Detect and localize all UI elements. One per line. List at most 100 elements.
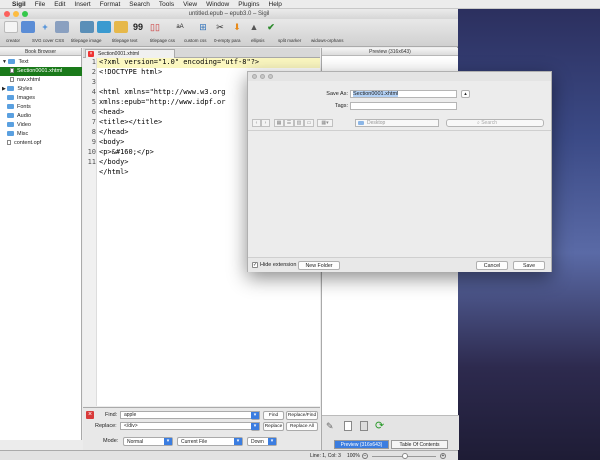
toolbar-label-custom-css[interactable]: custom css: [184, 38, 207, 43]
torch-icon[interactable]: ▲: [247, 21, 261, 33]
menu-format[interactable]: Format: [100, 1, 121, 8]
replace-button[interactable]: Replace: [263, 422, 284, 431]
save-as-input[interactable]: Section0001.xhtml: [350, 90, 457, 98]
validate-check-icon[interactable]: ✔: [264, 21, 278, 33]
gallery-view-icon[interactable]: ▭: [304, 119, 314, 127]
tree-folder-video[interactable]: Video: [0, 121, 82, 130]
tree-file-nav[interactable]: nav.xhtml: [0, 76, 82, 85]
minimize-window-button[interactable]: [13, 11, 19, 17]
menu-edit[interactable]: Edit: [54, 1, 65, 8]
copy-icon[interactable]: [360, 421, 368, 431]
chevron-down-icon: ▾: [251, 423, 259, 430]
tab-preview[interactable]: Preview (316x643): [334, 440, 389, 449]
scope-select[interactable]: Current File ▾: [177, 437, 243, 446]
down-arrow-icon[interactable]: ⬇: [230, 21, 244, 33]
mode-select[interactable]: Normal ▾: [123, 437, 173, 446]
list-view-icon[interactable]: ☰: [284, 119, 294, 127]
zoom-window-button[interactable]: [22, 11, 28, 17]
toolbar-label-empty-para[interactable]: 0-empty para: [214, 38, 241, 43]
toolbar-label-titlepage-text[interactable]: titlepage text: [112, 38, 138, 43]
tree-folder-images[interactable]: Images: [0, 94, 82, 103]
toolbar-label-ellipsis[interactable]: ellipsis: [251, 38, 265, 43]
replace-input[interactable]: </div>: [120, 422, 260, 430]
tab-section0001[interactable]: × Section0001.xhtml: [85, 49, 175, 58]
file-browser-area[interactable]: [248, 130, 551, 256]
find-input[interactable]: apple: [120, 411, 260, 419]
replace-all-button[interactable]: Replace All: [286, 422, 318, 431]
toolbar-label-widows-orphans[interactable]: widows-orphans: [311, 38, 344, 43]
expand-dialog-button[interactable]: ▴: [461, 90, 470, 98]
menu-view[interactable]: View: [183, 1, 197, 8]
tree-label: Misc: [17, 131, 29, 137]
tools-icon[interactable]: ✂: [213, 21, 227, 33]
refresh-icon[interactable]: ⟳: [375, 419, 384, 432]
direction-select[interactable]: Down ▾: [247, 437, 277, 446]
toolbar-label-titlepage-css[interactable]: titlepage css: [150, 38, 175, 43]
disclosure-right-icon[interactable]: ▶: [2, 86, 6, 92]
hide-extension-label[interactable]: Hide extension: [260, 262, 296, 268]
tree-file-section0001[interactable]: Section0001.xhtml: [0, 67, 82, 76]
hide-extension-checkbox[interactable]: ✓: [252, 262, 258, 268]
menu-window[interactable]: Window: [206, 1, 229, 8]
menu-search[interactable]: Search: [129, 1, 150, 8]
menu-plugins[interactable]: Plugins: [238, 1, 259, 8]
toolbar-label-creator[interactable]: creator: [6, 38, 20, 43]
tree-folder-fonts[interactable]: Fonts: [0, 103, 82, 112]
tree-file-content-opf[interactable]: content.opf: [0, 139, 82, 148]
menu-file[interactable]: File: [35, 1, 45, 8]
cancel-button[interactable]: Cancel: [476, 261, 508, 270]
save-button[interactable]: Save: [513, 261, 545, 270]
face-icon[interactable]: [114, 21, 128, 33]
code-line: </html>: [99, 168, 129, 176]
document-icon[interactable]: [344, 421, 352, 431]
font-case-icon[interactable]: aA: [173, 21, 187, 33]
new-folder-button[interactable]: New Folder: [298, 261, 340, 270]
new-file-icon[interactable]: [4, 21, 18, 33]
search-field[interactable]: ⌕ Search: [446, 119, 544, 127]
back-icon[interactable]: ‹: [252, 119, 261, 127]
add-icon[interactable]: +: [38, 21, 52, 33]
location-popup[interactable]: Desktop: [355, 119, 439, 127]
find-history-dropdown[interactable]: ▾: [251, 411, 260, 420]
toolbar-label-split-marker[interactable]: split marker: [278, 38, 301, 43]
replace-history-dropdown[interactable]: ▾: [251, 422, 260, 431]
inspect-icon[interactable]: ✎: [326, 421, 334, 432]
tree-folder-text[interactable]: ▼ Text: [0, 58, 82, 67]
find-button[interactable]: Find: [263, 411, 284, 420]
tree-folder-misc[interactable]: Misc: [0, 130, 82, 139]
mail-icon[interactable]: [97, 21, 111, 33]
replace-find-button[interactable]: Replace/Find: [286, 411, 318, 420]
icon-view-icon[interactable]: ▦: [274, 119, 284, 127]
tree-folder-styles[interactable]: ▶ Styles: [0, 85, 82, 94]
close-find-icon[interactable]: ×: [86, 411, 94, 419]
disclosure-down-icon[interactable]: ▼: [2, 59, 7, 65]
menu-sigil[interactable]: Sigil: [12, 1, 26, 8]
toolbar-label-svg-cover-css[interactable]: SVG cover CSS: [32, 38, 64, 43]
tree-folder-audio[interactable]: Audio: [0, 112, 82, 121]
dialog-minimize-button[interactable]: [260, 74, 265, 79]
group-by-icon[interactable]: ▦▾: [317, 119, 333, 127]
zoom-out-icon[interactable]: −: [362, 453, 368, 459]
zoom-slider-handle[interactable]: [402, 453, 408, 459]
red-markers-icon[interactable]: ▯▯: [148, 21, 162, 33]
close-tab-icon[interactable]: ×: [88, 51, 94, 57]
tab-table-of-contents[interactable]: Table Of Contents: [391, 440, 448, 449]
tags-input[interactable]: [350, 102, 457, 110]
cover-image-icon[interactable]: [80, 21, 94, 33]
toolbar-label-titlepage-image[interactable]: titlepage image: [71, 38, 102, 43]
save-icon[interactable]: [55, 21, 69, 33]
quote-icon[interactable]: 99: [131, 21, 145, 33]
dialog-close-button[interactable]: [252, 74, 257, 79]
tree-icon[interactable]: ⊞: [196, 21, 210, 33]
forward-icon[interactable]: ›: [261, 119, 270, 127]
menu-tools[interactable]: Tools: [159, 1, 174, 8]
tree-label: Fonts: [17, 104, 31, 110]
code-line: <body>: [99, 138, 125, 146]
menu-help[interactable]: Help: [269, 1, 282, 8]
dialog-zoom-button[interactable]: [268, 74, 273, 79]
menu-insert[interactable]: Insert: [74, 1, 90, 8]
zoom-in-icon[interactable]: +: [440, 453, 446, 459]
close-window-button[interactable]: [4, 11, 10, 17]
column-view-icon[interactable]: ▥: [294, 119, 304, 127]
open-icon[interactable]: [21, 21, 35, 33]
